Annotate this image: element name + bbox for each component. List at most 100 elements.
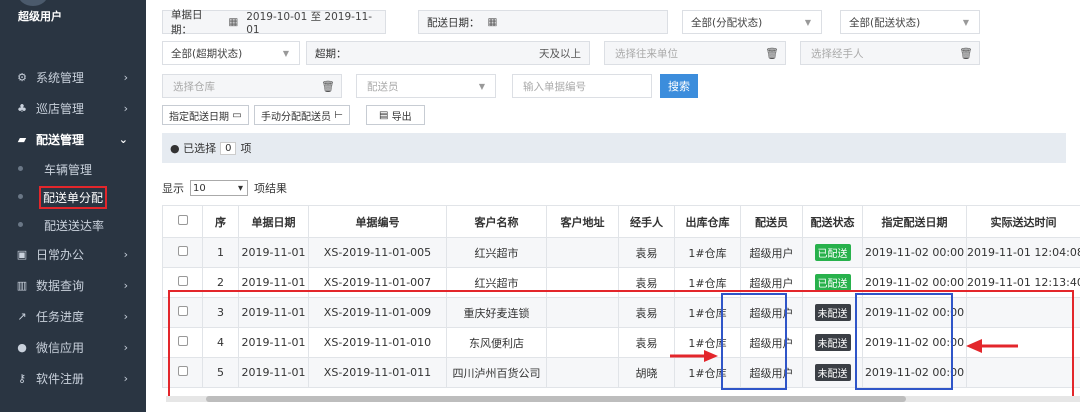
sidebar-item-wechat[interactable]: ● 微信应用 › (0, 332, 146, 363)
trash-icon[interactable]: 🗑 (759, 42, 785, 64)
sidebar-item-label: 日常办公 (36, 248, 85, 262)
export-icon: ▤ (379, 109, 389, 121)
caret-down-icon: ▼ (282, 48, 289, 58)
checkbox[interactable] (177, 215, 188, 225)
chevron-right-icon: › (123, 310, 128, 323)
cell-date: 2019-11-01 (238, 237, 309, 268)
column-header[interactable]: 客户名称 (446, 205, 547, 238)
table-header-row: 序 单据日期 单据编号 客户名称 客户地址 经手人 出库仓库 配送员 配送状态 … (162, 205, 1080, 238)
assign-date-button[interactable]: 指定配送日期 ▭ (162, 105, 249, 125)
sidebar-sub-label: 配送单分配 (39, 185, 108, 209)
sidebar-sub-assign[interactable]: 配送单分配 (0, 183, 146, 211)
sidebar-menu: ⚙ 系统管理 › ♣ 巡店管理 › ▰ 配送管理 ⌄ 车辆管理 配送单分配 配送送达率 ▣ 日… (0, 62, 146, 394)
chevron-right-icon: › (123, 341, 128, 354)
assign-status-value: 全部(分配状态) (691, 16, 763, 29)
chevron-down-icon: ⌄ (118, 133, 128, 146)
checkbox[interactable] (177, 276, 188, 286)
sidebar-item-patrol[interactable]: ♣ 巡店管理 › (0, 93, 146, 124)
sidebar-username[interactable]: 超级用户 (0, 0, 146, 30)
select-all-checkbox[interactable] (162, 205, 203, 238)
horizontal-scrollbar[interactable] (166, 396, 1080, 402)
sidebar-item-office[interactable]: ▣ 日常办公 › (0, 239, 146, 270)
sidebar-item-register[interactable]: ⚷ 软件注册 › (0, 363, 146, 394)
search-button[interactable]: 搜索 (660, 74, 698, 98)
overdue-label: 超期： (315, 47, 347, 60)
docno-input[interactable]: 输入单据编号 (512, 74, 652, 98)
column-header[interactable]: 出库仓库 (674, 205, 741, 238)
bar-chart-icon: ▥ (16, 279, 28, 292)
calendar-icon: ▦ (228, 16, 239, 28)
arrow-left-annotation (966, 339, 1018, 353)
overdue-days-field[interactable]: 超期： 天及以上 (306, 41, 590, 65)
pager-suffix: 项结果 (254, 182, 287, 195)
courier-placeholder: 配送员 (367, 80, 399, 93)
column-header[interactable]: 配送状态 (802, 205, 863, 238)
partner-select[interactable]: 选择往来单位 🗑 (604, 41, 786, 65)
manual-assign-button[interactable]: 手动分配配送员 ⊢ (254, 105, 350, 125)
chevron-right-icon: › (123, 372, 128, 385)
scrollbar-thumb[interactable] (206, 396, 906, 402)
delivery-date-field[interactable]: 配送日期： ▦ (418, 10, 668, 34)
sidebar-item-label: 系统管理 (36, 71, 85, 85)
delivery-status-select[interactable]: 全部(配送状态) ▼ (840, 10, 980, 34)
column-header[interactable]: 单据编号 (308, 205, 447, 238)
sidebar-item-label: 巡店管理 (36, 102, 85, 116)
checkbox[interactable] (177, 246, 188, 256)
user-assign-icon: ⊢ (334, 109, 343, 121)
overdue-status-value: 全部(超期状态) (171, 47, 243, 60)
gears-icon: ⚙ (17, 71, 27, 84)
cell-courier: 超级用户 (740, 237, 803, 268)
overdue-status-select[interactable]: 全部(超期状态) ▼ (162, 41, 300, 65)
info-icon: ● (170, 141, 180, 155)
assign-status-select[interactable]: 全部(分配状态) ▼ (682, 10, 822, 34)
sidebar-item-label: 微信应用 (36, 341, 85, 355)
sidebar-item-delivery[interactable]: ▰ 配送管理 ⌄ (0, 124, 146, 155)
export-label: 导出 (391, 111, 412, 123)
page-size-value: 10 (193, 182, 206, 194)
warehouse-placeholder: 选择仓库 (173, 80, 215, 93)
truck-icon: ▰ (17, 133, 27, 146)
cell-assign-date: 2019-11-02 00:00 (862, 237, 967, 268)
doc-date-label: 单据日期： (171, 9, 203, 36)
column-header[interactable]: 序 (202, 205, 239, 238)
arrow-right-annotation (670, 350, 718, 362)
column-header[interactable]: 单据日期 (238, 205, 309, 238)
sidebar-item-label: 配送管理 (36, 133, 85, 147)
cell-docno: XS-2019-11-01-005 (308, 237, 447, 268)
handler-select[interactable]: 选择经手人 🗑 (800, 41, 980, 65)
sidebar-item-query[interactable]: ▥ 数据查询 › (0, 270, 146, 301)
cell-arrive-time: 2019-11-01 12:04:08 (966, 237, 1080, 268)
courier-select[interactable]: 配送员 ▼ (356, 74, 496, 98)
row-checkbox-cell[interactable] (162, 237, 203, 268)
chevron-right-icon: › (123, 102, 128, 115)
sidebar-item-label: 任务进度 (36, 310, 85, 324)
column-header[interactable]: 客户地址 (546, 205, 619, 238)
pager-show-label: 显示 (162, 182, 184, 195)
export-button[interactable]: ▤ 导出 (366, 105, 425, 125)
warehouse-select[interactable]: 选择仓库 🗑 (162, 74, 342, 98)
column-header[interactable]: 经手人 (618, 205, 675, 238)
doc-date-range-field[interactable]: 单据日期： ▦ 2019-10-01 至 2019-11-01 (162, 9, 386, 36)
table-row[interactable]: 1 2019-11-01 XS-2019-11-01-005 红兴超市 袁易 1… (162, 237, 1080, 268)
column-header[interactable]: 实际送达时间 (966, 205, 1080, 238)
briefcase-icon: ▣ (16, 248, 28, 261)
column-header[interactable]: 指定配送日期 (862, 205, 967, 238)
status-badge: 已配送 (814, 274, 851, 291)
trash-icon[interactable]: 🗑 (315, 75, 341, 97)
trash-icon[interactable]: 🗑 (953, 42, 979, 64)
page-size-select[interactable]: 10 ▾ (190, 180, 248, 196)
sidebar-sub-arrival-rate[interactable]: 配送送达率 (0, 211, 146, 239)
cell-warehouse: 1#仓库 (674, 237, 741, 268)
sidebar-sub-vehicle[interactable]: 车辆管理 (0, 155, 146, 183)
sidebar-item-system[interactable]: ⚙ 系统管理 › (0, 62, 146, 93)
sidebar-item-label: 软件注册 (36, 372, 85, 386)
highlight-blue-box-courier (721, 293, 787, 390)
selection-count: 0 (220, 141, 237, 155)
sidebar-item-progress[interactable]: ↗ 任务进度 › (0, 301, 146, 332)
caret-down-icon: ▼ (962, 17, 969, 27)
chevron-right-icon: › (123, 248, 128, 261)
cell-customer: 红兴超市 (446, 237, 547, 268)
column-header[interactable]: 配送员 (740, 205, 803, 238)
caret-down-icon: ▾ (237, 182, 243, 194)
sidebar-item-label: 数据查询 (36, 279, 85, 293)
